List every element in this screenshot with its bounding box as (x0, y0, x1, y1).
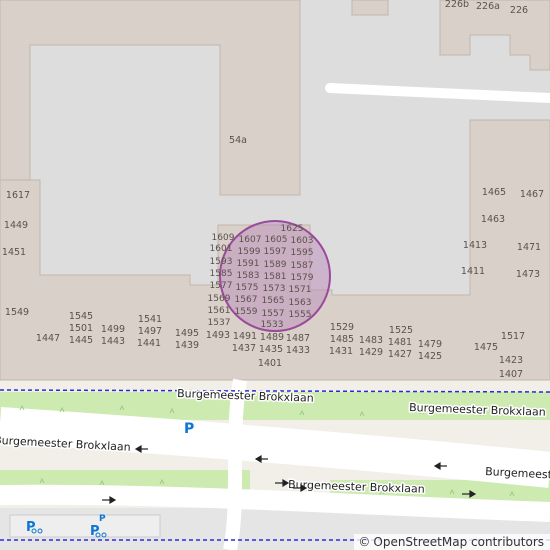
house-number: 1433 (286, 345, 310, 356)
house-number: 1475 (474, 342, 498, 353)
house-number: 1559 (235, 307, 258, 317)
house-number: 1445 (69, 335, 93, 346)
house-number: 1473 (516, 269, 540, 280)
house-number: 1437 (232, 343, 256, 354)
house-number: 1429 (359, 347, 383, 358)
map-canvas[interactable]: 226b 226a 226 54a 1617 1449 1451 1549 16… (0, 0, 550, 550)
house-number: 1537 (208, 318, 231, 328)
house-number: 1617 (6, 190, 30, 201)
house-number: 1447 (36, 333, 60, 344)
house-number: 1425 (418, 351, 442, 362)
house-number: 1451 (2, 247, 26, 258)
house-number: 1401 (258, 358, 282, 369)
house-number: 1467 (520, 189, 544, 200)
house-number: 1435 (259, 344, 283, 355)
house-number: 1567 (235, 295, 258, 305)
house-number: 1529 (330, 322, 354, 333)
house-number: 226 (510, 5, 528, 16)
house-number: 1563 (289, 298, 312, 308)
house-number: 1601 (210, 244, 233, 254)
house-number: 1581 (264, 272, 287, 282)
house-number: 1561 (208, 306, 231, 316)
house-number: 1487 (286, 333, 310, 344)
house-number: 1597 (264, 247, 287, 257)
house-number: 1579 (291, 273, 314, 283)
house-number: 1489 (260, 332, 284, 343)
house-number: 1427 (388, 349, 412, 360)
house-number: 1565 (262, 296, 285, 306)
house-number: 1493 (206, 330, 230, 341)
map-attribution[interactable]: © OpenStreetMap contributors (354, 534, 550, 550)
house-number: 1481 (388, 337, 412, 348)
house-number: 1607 (239, 235, 262, 245)
house-number: 1465 (482, 187, 506, 198)
house-number: 226b (445, 0, 469, 10)
house-number: 1549 (5, 307, 29, 318)
house-number: 1439 (175, 340, 199, 351)
parking-icon: P (184, 421, 194, 437)
house-number: 1497 (138, 326, 162, 337)
building (351, 0, 389, 16)
house-number: 1471 (517, 242, 541, 253)
house-number: 1573 (263, 284, 286, 294)
house-number: 1599 (238, 247, 261, 257)
house-number: 1605 (265, 235, 288, 245)
house-number: 1625 (281, 224, 304, 234)
house-number: 1557 (262, 309, 285, 319)
house-number: 1449 (4, 220, 28, 231)
house-number: 1569 (208, 294, 231, 304)
house-number: 1595 (291, 248, 314, 258)
house-number: 1587 (291, 261, 314, 271)
house-number: 1491 (233, 331, 257, 342)
house-number: 1525 (389, 325, 413, 336)
house-number: 1443 (101, 336, 125, 347)
parking-icon: P (99, 514, 106, 524)
attribution-link[interactable]: OpenStreetMap contributors (373, 535, 544, 549)
house-number: 1483 (359, 335, 383, 346)
house-number: 1609 (212, 233, 235, 243)
road-connector (223, 378, 247, 550)
house-number: 1463 (481, 214, 505, 225)
house-number: 1585 (210, 269, 233, 279)
house-number: 1495 (175, 328, 199, 339)
house-number: 1577 (210, 281, 233, 291)
house-number: 1555 (289, 310, 312, 320)
house-number: 1499 (101, 324, 125, 335)
house-number: 54a (229, 135, 247, 146)
house-number: 226a (476, 1, 500, 12)
house-number: 1593 (210, 257, 233, 267)
house-number: 1431 (329, 346, 353, 357)
house-number: 1571 (289, 285, 312, 295)
house-number: 1423 (499, 355, 523, 366)
house-number: 1591 (237, 259, 260, 269)
house-number: 1407 (499, 369, 523, 380)
house-number: 1603 (291, 236, 314, 246)
house-number: 1533 (261, 320, 284, 330)
house-number: 1545 (69, 311, 93, 322)
house-number: 1589 (264, 260, 287, 270)
house-number: 1541 (138, 314, 162, 325)
copyright-icon: © (358, 535, 371, 549)
house-number: 1501 (69, 323, 93, 334)
house-number: 1485 (330, 334, 354, 345)
house-number: 1411 (461, 266, 485, 277)
house-number: 1517 (501, 331, 525, 342)
house-number: 1413 (463, 240, 487, 251)
house-number: 1583 (237, 271, 260, 281)
house-number: 1441 (137, 338, 161, 349)
house-number: 1575 (236, 283, 259, 293)
house-number: 1479 (418, 339, 442, 350)
